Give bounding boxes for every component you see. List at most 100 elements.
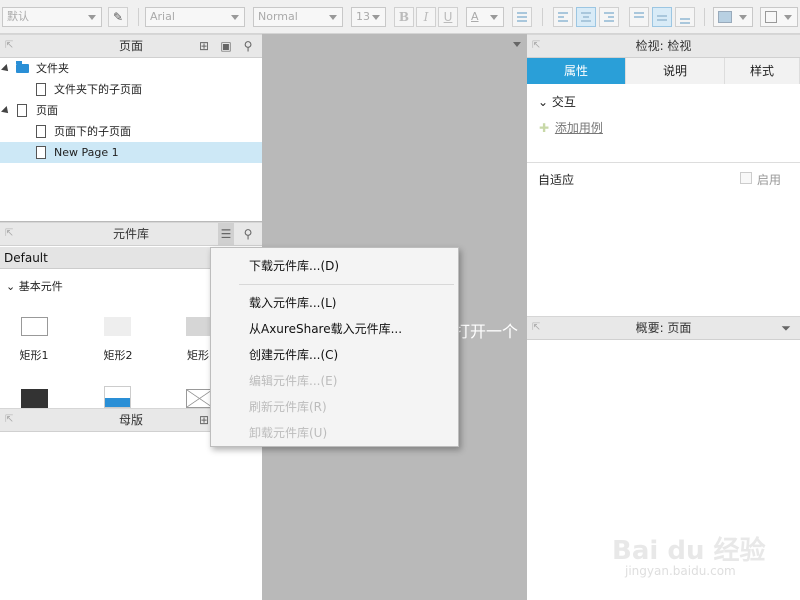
align-middle-button[interactable] bbox=[652, 7, 672, 27]
italic-button[interactable]: I bbox=[416, 7, 436, 27]
align-right-icon bbox=[604, 12, 614, 22]
pages-panel-title: 页面 bbox=[118, 39, 143, 53]
font-size-select[interactable]: 13 bbox=[351, 7, 386, 27]
page-icon bbox=[36, 83, 46, 96]
pin-icon[interactable]: ⇱ bbox=[5, 409, 13, 431]
add-folder-icon[interactable]: ▣ bbox=[218, 35, 234, 57]
align-top-button[interactable] bbox=[629, 7, 649, 27]
search-icon[interactable]: ⚲ bbox=[240, 223, 256, 245]
menu-icon[interactable]: ☰ bbox=[218, 223, 234, 245]
border-icon bbox=[765, 11, 777, 23]
tree-item-folder[interactable]: 文件夹 bbox=[0, 58, 262, 79]
font-size-value: 13 bbox=[356, 10, 370, 23]
masters-panel-title: 母版 bbox=[118, 413, 143, 427]
menu-item-load-from-axureshare[interactable]: 从AxureShare载入元件库... bbox=[249, 319, 402, 339]
tree-item-page[interactable]: 页面 bbox=[0, 100, 262, 121]
expand-arrow-icon[interactable] bbox=[1, 64, 11, 74]
font-weight-value: Normal bbox=[258, 10, 298, 23]
menu-item-refresh-library[interactable]: 刷新元件库(R) bbox=[249, 397, 327, 417]
basic-widgets-section[interactable]: ⌄ 基本元件 bbox=[6, 278, 63, 294]
pin-icon[interactable]: ⇱ bbox=[532, 317, 540, 339]
chevron-down-icon bbox=[231, 15, 239, 20]
page-icon bbox=[36, 146, 46, 159]
edit-style-icon[interactable]: ✎ bbox=[108, 7, 128, 27]
fill-color-icon bbox=[718, 11, 732, 23]
dark-box-widget-icon[interactable] bbox=[21, 389, 48, 408]
expand-arrow-icon[interactable] bbox=[1, 106, 11, 116]
bullet-list-button[interactable] bbox=[512, 7, 532, 27]
add-case-link[interactable]: ✚ 添加用例 bbox=[539, 119, 603, 136]
library-context-menu: 下载元件库...(D) 载入元件库...(L) 从AxureShare载入元件库… bbox=[210, 247, 459, 447]
section-label: 基本元件 bbox=[18, 280, 63, 293]
menu-item-download-library[interactable]: 下载元件库...(D) bbox=[249, 256, 339, 276]
pin-icon[interactable]: ⇱ bbox=[5, 223, 13, 245]
tree-item-new-page-1[interactable]: New Page 1 bbox=[0, 142, 262, 163]
font-select-value: Arial bbox=[150, 10, 175, 23]
tree-item-page-subpage[interactable]: 页面下的子页面 bbox=[0, 121, 262, 142]
chevron-down-icon bbox=[372, 15, 380, 20]
menu-item-load-library[interactable]: 载入元件库...(L) bbox=[249, 293, 337, 313]
chevron-down-icon bbox=[329, 15, 337, 20]
align-bottom-button[interactable] bbox=[675, 7, 695, 27]
bold-button[interactable]: B bbox=[394, 7, 414, 27]
inspector-panel-title: 检视: 检视 bbox=[635, 39, 692, 53]
border-style-select[interactable] bbox=[760, 7, 798, 27]
widget-label: 矩形2 bbox=[103, 349, 133, 362]
font-color-select[interactable]: A bbox=[466, 7, 504, 27]
chevron-down-icon: ⌄ bbox=[6, 280, 16, 293]
image-widget-icon[interactable] bbox=[104, 386, 131, 408]
add-page-icon[interactable]: ⊞ bbox=[196, 35, 212, 57]
adaptive-label: 自适应 bbox=[538, 173, 575, 187]
align-left-button[interactable] bbox=[553, 7, 573, 27]
page-icon bbox=[17, 104, 27, 117]
font-weight-select[interactable]: Normal bbox=[253, 7, 343, 27]
font-select[interactable]: Arial bbox=[145, 7, 245, 27]
library-select-value: Default bbox=[4, 251, 48, 265]
tree-item-label: 页面 bbox=[36, 104, 58, 117]
library-panel-title: 元件库 bbox=[112, 227, 149, 241]
tree-item-folder-subpage[interactable]: 文件夹下的子页面 bbox=[0, 79, 262, 100]
chevron-down-icon[interactable] bbox=[513, 42, 521, 47]
tree-item-label: 页面下的子页面 bbox=[54, 125, 131, 138]
outline-panel-title: 概要: 页面 bbox=[635, 321, 692, 335]
menu-item-edit-library[interactable]: 编辑元件库...(E) bbox=[249, 371, 337, 391]
align-middle-icon bbox=[657, 15, 667, 25]
chevron-down-icon bbox=[784, 15, 792, 20]
pin-icon[interactable]: ⇱ bbox=[5, 35, 13, 57]
align-top-icon bbox=[634, 12, 644, 22]
align-left-icon bbox=[558, 12, 568, 22]
style-select[interactable]: 默认 bbox=[2, 7, 102, 27]
filter-icon[interactable]: ⏷ bbox=[778, 317, 794, 339]
menu-item-create-library[interactable]: 创建元件库...(C) bbox=[249, 345, 338, 365]
rectangle3-widget-icon[interactable] bbox=[186, 317, 213, 336]
menu-item-unload-library[interactable]: 卸载元件库(U) bbox=[249, 423, 327, 443]
chevron-down-icon bbox=[739, 15, 747, 20]
tab-notes[interactable]: 说明 bbox=[626, 58, 725, 84]
list-icon bbox=[517, 12, 527, 22]
rectangle-widget-icon[interactable] bbox=[21, 317, 48, 336]
baidu-watermark-brand: Bai du 经验 bbox=[612, 536, 766, 566]
enable-checkbox[interactable] bbox=[740, 172, 752, 184]
pin-icon[interactable]: ⇱ bbox=[532, 35, 540, 57]
align-right-button[interactable] bbox=[599, 7, 619, 27]
outline-panel-header: ⇱ 概要: 页面 ⏷ bbox=[527, 316, 800, 340]
fill-color-select[interactable] bbox=[713, 7, 753, 27]
align-center-button[interactable] bbox=[576, 7, 596, 27]
tree-item-label: 文件夹下的子页面 bbox=[54, 83, 142, 96]
underline-button[interactable]: U bbox=[438, 7, 458, 27]
baidu-watermark-url: jingyan.baidu.com bbox=[625, 564, 736, 578]
add-case-label: 添加用例 bbox=[554, 121, 603, 135]
divider bbox=[527, 162, 800, 163]
pages-panel: ⇱ 页面 ⊞ ▣ ⚲ 文件夹 文件夹下的子页面 页面 页面下的子页面 New P… bbox=[0, 34, 262, 221]
tab-properties[interactable]: 属性 bbox=[527, 58, 626, 84]
library-panel-header: ⇱ 元件库 ☰ ⚲ bbox=[0, 222, 262, 246]
toolbar-divider bbox=[704, 8, 705, 26]
align-bottom-icon bbox=[680, 18, 690, 28]
interactions-section[interactable]: ⌄ 交互 bbox=[538, 93, 576, 110]
rectangle2-widget-icon[interactable] bbox=[104, 317, 131, 336]
widget-label: 矩形1 bbox=[19, 349, 49, 362]
pages-panel-header: ⇱ 页面 ⊞ ▣ ⚲ bbox=[0, 34, 262, 58]
search-icon[interactable]: ⚲ bbox=[240, 35, 256, 57]
tab-style[interactable]: 样式 bbox=[725, 58, 800, 84]
placeholder-widget-icon[interactable] bbox=[186, 389, 213, 408]
